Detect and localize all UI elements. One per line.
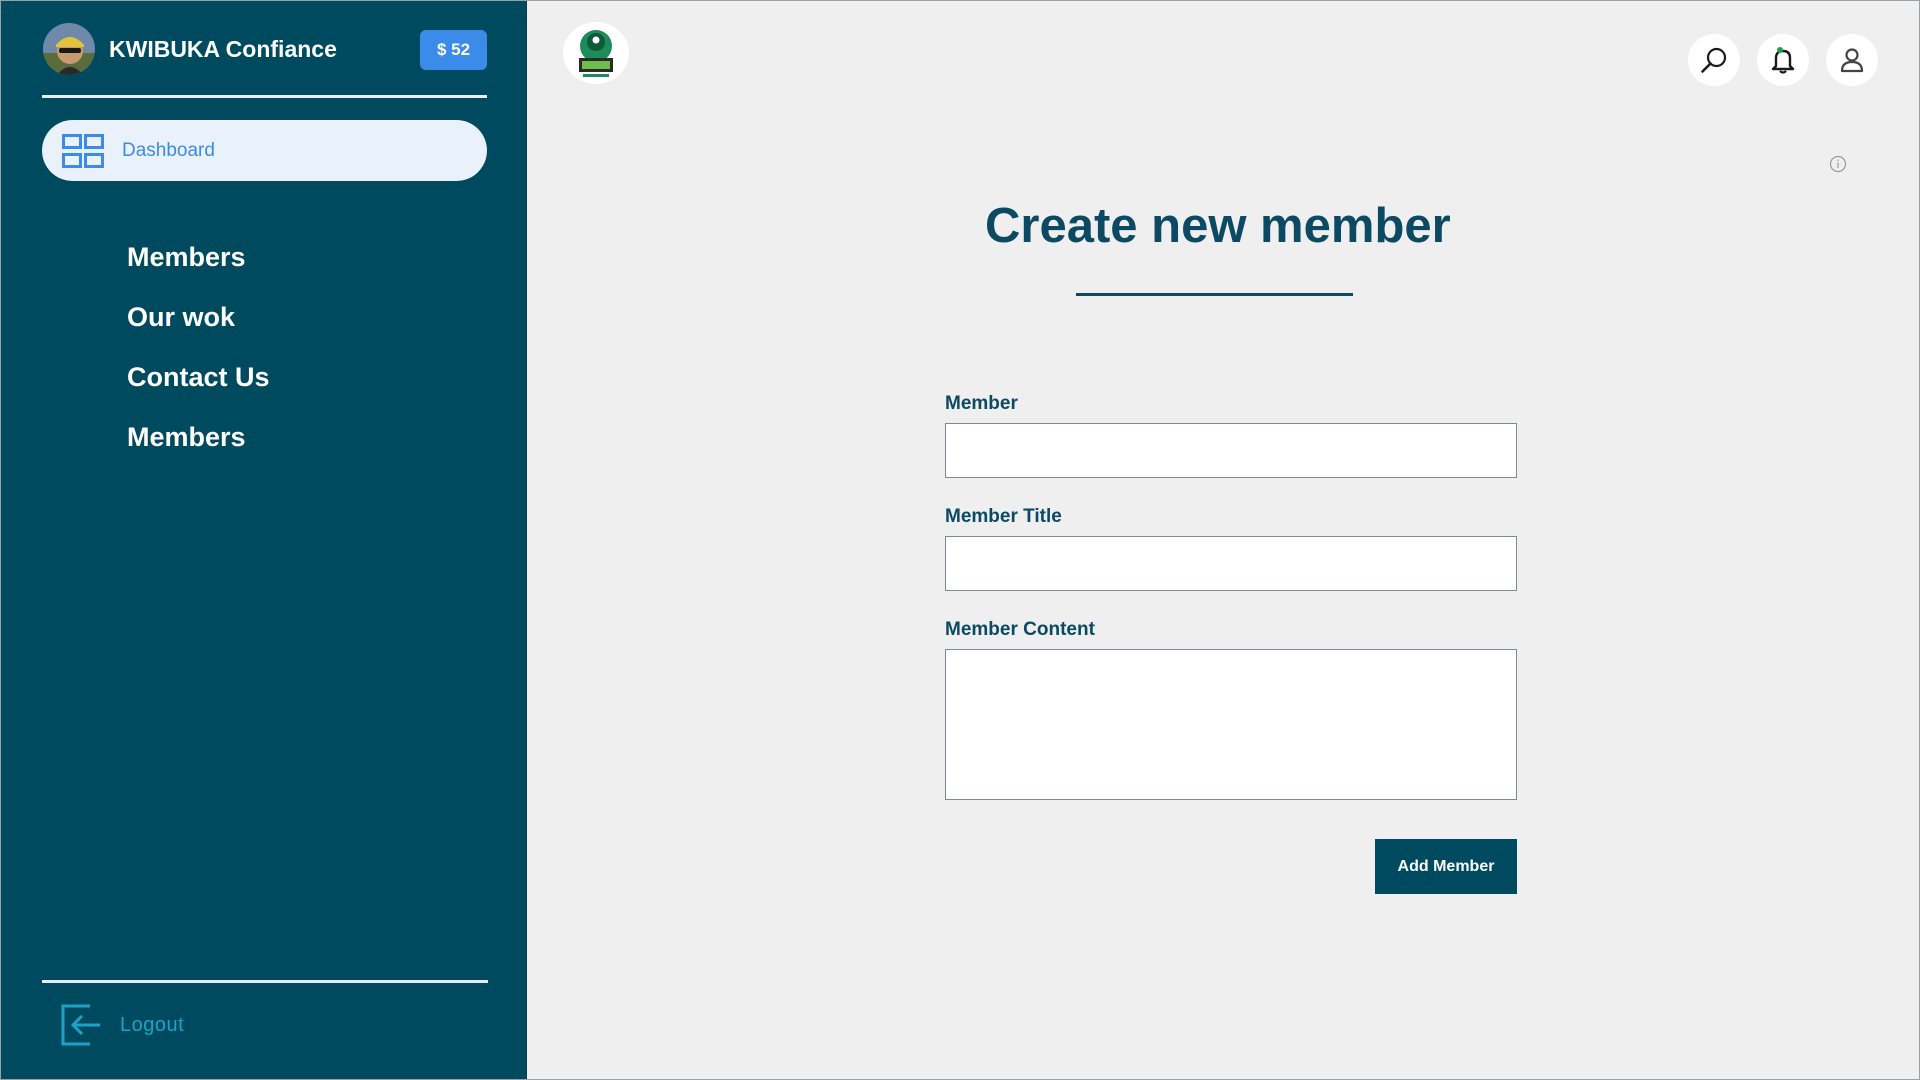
logout-button[interactable]: Logout — [60, 1004, 184, 1046]
title-underline — [1076, 293, 1353, 296]
sidebar-divider — [42, 95, 487, 98]
notifications-button[interactable] — [1757, 34, 1809, 86]
grid-icon — [62, 133, 104, 168]
logout-label: Logout — [120, 1013, 185, 1036]
sidebar-item-members[interactable]: Members — [127, 234, 270, 294]
member-input[interactable] — [945, 423, 1517, 478]
brand-name: KWIBUKA Confiance — [109, 35, 337, 62]
user-icon — [1840, 48, 1864, 73]
bell-icon — [1771, 47, 1795, 74]
page-title: Create new member — [985, 199, 1451, 253]
add-member-button[interactable]: Add Member — [1375, 839, 1517, 894]
brand-header: KWIBUKA Confiance $ 52 — [43, 23, 487, 75]
sidebar-item-label: Dashboard — [122, 139, 215, 161]
member-label: Member — [945, 393, 1018, 414]
sidebar-item-members-2[interactable]: Members — [127, 414, 270, 474]
app-logo[interactable] — [563, 22, 629, 84]
member-title-label: Member Title — [945, 506, 1062, 527]
sidebar-item-our-work[interactable]: Our wok — [127, 294, 270, 354]
sidebar-item-contact-us[interactable]: Contact Us — [127, 354, 270, 414]
avatar[interactable] — [43, 23, 95, 75]
member-content-textarea[interactable] — [945, 649, 1517, 800]
profile-button[interactable] — [1826, 34, 1878, 86]
search-button[interactable] — [1688, 34, 1740, 86]
sidebar-divider-bottom — [42, 980, 488, 983]
search-icon — [1701, 47, 1727, 73]
balance-badge[interactable]: $ 52 — [420, 30, 487, 70]
sidebar-nav: Members Our wok Contact Us Members — [127, 234, 270, 474]
member-title-input[interactable] — [945, 536, 1517, 591]
sidebar: KWIBUKA Confiance $ 52 Dashboard Members… — [0, 0, 527, 1080]
member-content-label: Member Content — [945, 619, 1095, 640]
sidebar-item-dashboard[interactable]: Dashboard — [42, 120, 487, 181]
info-icon[interactable] — [1829, 155, 1847, 173]
logout-icon — [61, 1004, 100, 1046]
